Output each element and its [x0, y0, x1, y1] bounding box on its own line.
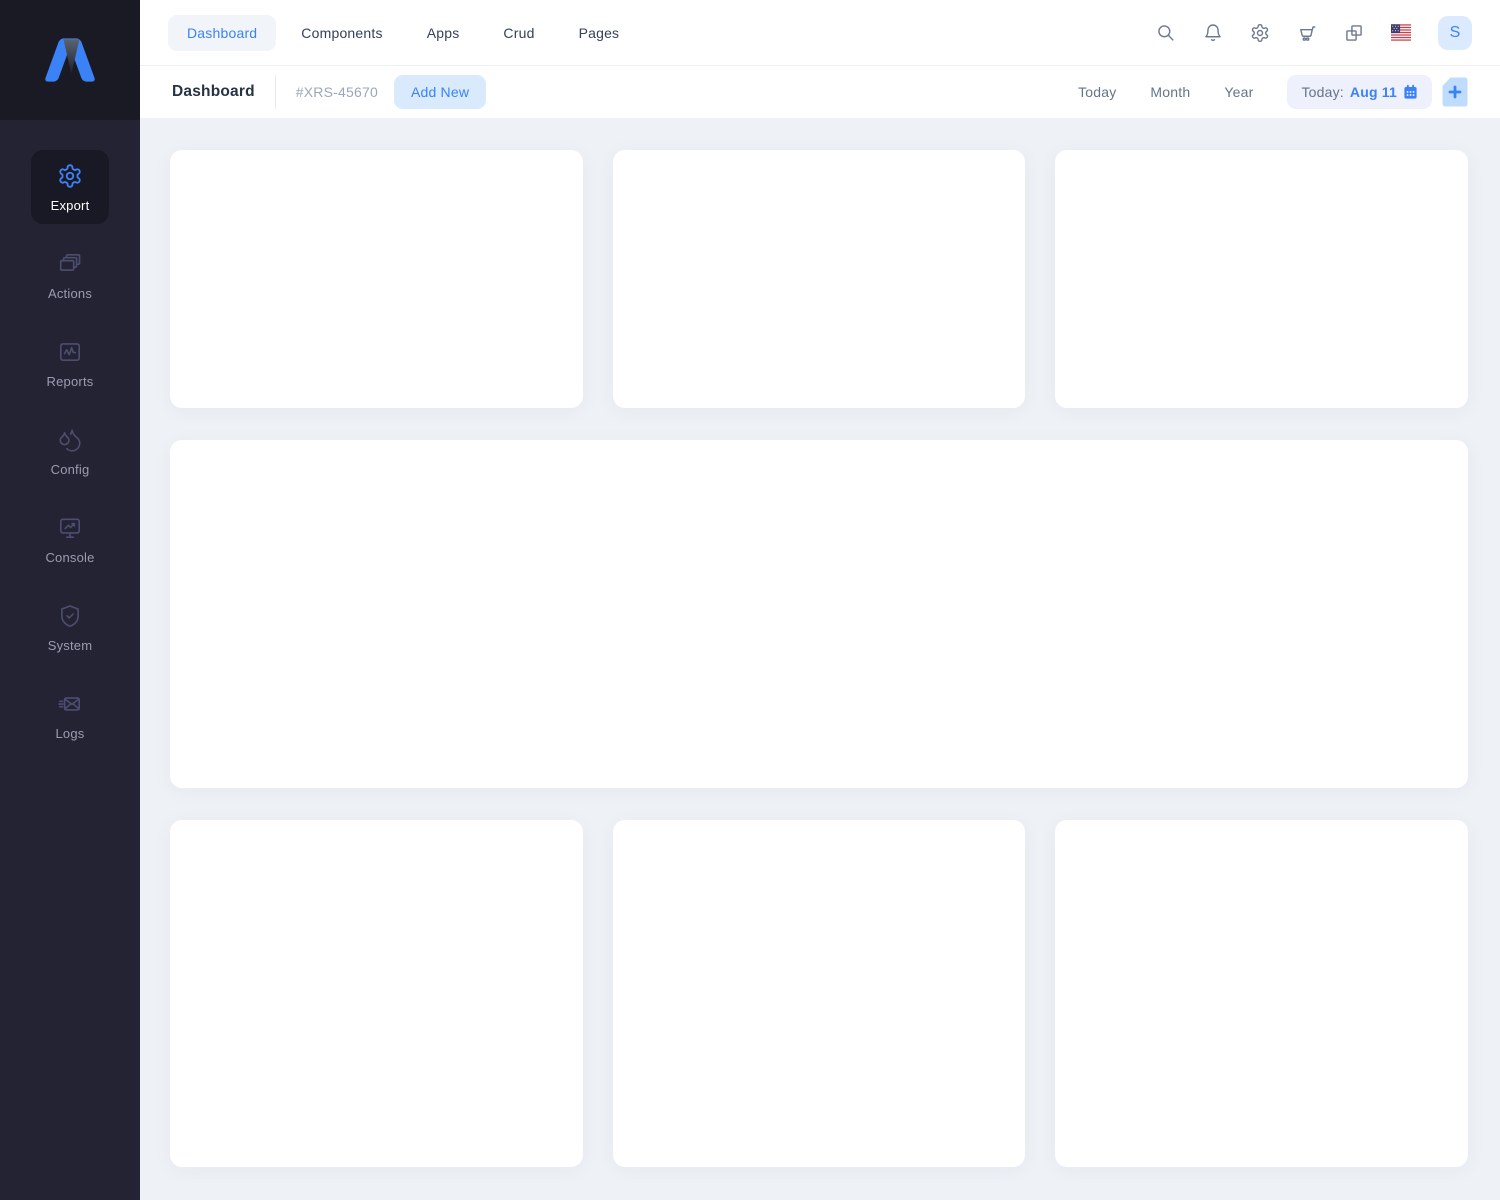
- date-filter-prefix: Today:: [1301, 84, 1343, 100]
- main-area: Dashboard Components Apps Crud Pages: [140, 0, 1500, 1200]
- gear-icon: [57, 163, 83, 189]
- date-filter-value: Aug 11: [1350, 84, 1397, 100]
- placeholder-card-4: [170, 820, 583, 1167]
- file-plus-icon: [1442, 77, 1468, 107]
- tab-components[interactable]: Components: [282, 15, 401, 51]
- sidebar-item-config[interactable]: Config: [31, 414, 109, 488]
- tab-crud[interactable]: Crud: [484, 15, 553, 51]
- sidebar-item-label: Export: [51, 198, 90, 213]
- us-flag-icon[interactable]: [1391, 23, 1411, 42]
- bell-icon[interactable]: [1203, 23, 1223, 43]
- sidebar: Export Actions Reports Config: [0, 0, 140, 1200]
- copy-icon[interactable]: [1344, 23, 1364, 43]
- top-nav-tabs: Dashboard Components Apps Crud Pages: [168, 15, 638, 51]
- sidebar-item-label: Logs: [56, 726, 85, 741]
- tab-apps[interactable]: Apps: [408, 15, 479, 51]
- page-title: Dashboard: [172, 83, 255, 101]
- brand-mark-icon: [38, 36, 102, 84]
- bottom-card-row: [170, 820, 1468, 1167]
- sidebar-nav: Export Actions Reports Config: [0, 120, 140, 766]
- monitor-chart-icon: [57, 515, 83, 541]
- placeholder-card-1: [170, 150, 583, 408]
- activity-box-icon: [57, 339, 83, 365]
- top-navbar: Dashboard Components Apps Crud Pages: [140, 0, 1500, 66]
- droplets-icon: [57, 427, 83, 453]
- calendar-icon: [1403, 84, 1418, 100]
- search-icon[interactable]: [1156, 23, 1176, 43]
- add-new-button[interactable]: Add New: [394, 75, 486, 109]
- mail-send-icon: [57, 691, 83, 717]
- toolbar-filters: Today Month Year Today: Aug 11: [1078, 75, 1468, 109]
- sidebar-item-reports[interactable]: Reports: [31, 326, 109, 400]
- gear-icon[interactable]: [1250, 23, 1270, 43]
- sidebar-item-system[interactable]: System: [31, 590, 109, 664]
- top-card-row: [170, 150, 1468, 408]
- sidebar-item-label: System: [48, 638, 93, 653]
- ticket-reference: #XRS-45670: [296, 84, 378, 100]
- page-toolbar: Dashboard #XRS-45670 Add New Today Month…: [140, 66, 1500, 118]
- range-year-link[interactable]: Year: [1224, 84, 1253, 100]
- layers-copy-icon: [57, 251, 83, 277]
- top-navbar-actions: S: [1156, 16, 1472, 50]
- dashboard-content: [140, 118, 1500, 1200]
- user-avatar[interactable]: S: [1438, 16, 1472, 50]
- placeholder-card-wide: [170, 440, 1468, 788]
- date-filter-button[interactable]: Today: Aug 11: [1287, 75, 1432, 109]
- sidebar-item-actions[interactable]: Actions: [31, 238, 109, 312]
- shield-check-icon: [57, 603, 83, 629]
- divider: [275, 75, 276, 109]
- tab-dashboard[interactable]: Dashboard: [168, 15, 276, 51]
- sidebar-item-label: Actions: [48, 286, 92, 301]
- new-file-button[interactable]: [1442, 77, 1468, 107]
- placeholder-card-3: [1055, 150, 1468, 408]
- sidebar-item-label: Reports: [47, 374, 94, 389]
- sidebar-item-label: Console: [45, 550, 94, 565]
- sidebar-item-logs[interactable]: Logs: [31, 678, 109, 752]
- placeholder-card-5: [613, 820, 1026, 1167]
- placeholder-card-6: [1055, 820, 1468, 1167]
- sidebar-item-label: Config: [51, 462, 90, 477]
- range-today-link[interactable]: Today: [1078, 84, 1116, 100]
- sidebar-item-export[interactable]: Export: [31, 150, 109, 224]
- range-month-link[interactable]: Month: [1150, 84, 1190, 100]
- cart-icon[interactable]: [1297, 23, 1317, 43]
- placeholder-card-2: [613, 150, 1026, 408]
- app-logo[interactable]: [0, 0, 140, 120]
- tab-pages[interactable]: Pages: [560, 15, 639, 51]
- sidebar-item-console[interactable]: Console: [31, 502, 109, 576]
